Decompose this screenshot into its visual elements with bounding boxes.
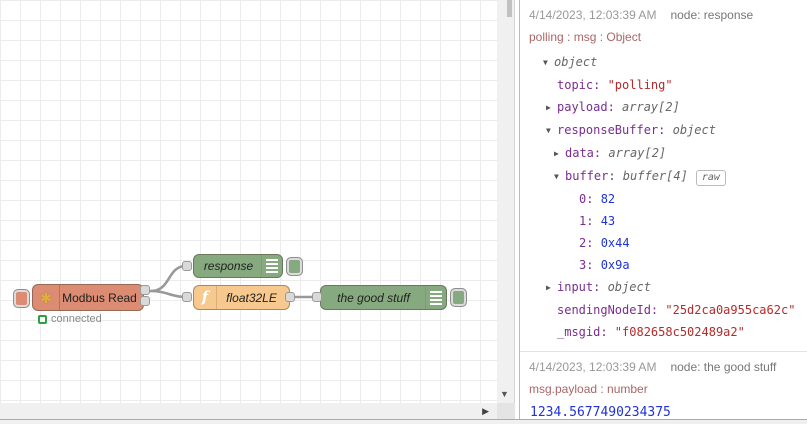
tree-row[interactable]: ▼ buffer: buffer[4] raw [529, 165, 801, 188]
tree-row[interactable]: ▶ data: array[2] [529, 142, 801, 165]
tree-value: array[2] [608, 146, 667, 160]
node-modbus-read[interactable]: ✱ Modbus Read [13, 284, 144, 311]
debug-toggle-button[interactable] [286, 257, 303, 276]
tree-value: buffer[4] [622, 169, 688, 183]
tree-row[interactable]: ▼ responseBuffer: object [529, 119, 801, 142]
tree-value: object [554, 55, 598, 69]
debug-object-tree: ▼ object topic: "polling" ▶ payload: array[2… [529, 51, 801, 343]
debug-source-node: node: the good stuff [670, 360, 777, 374]
chevron-down-icon[interactable]: ▼ [554, 166, 565, 188]
tree-key: topic: [557, 78, 608, 92]
chevron-right-icon[interactable]: ▶ [546, 277, 557, 299]
tree-value: "polling" [607, 78, 673, 92]
debug-toggle-button[interactable] [450, 288, 467, 307]
float32-input-port[interactable] [182, 292, 192, 302]
debug-timestamp: 4/14/2023, 12:03:39 AM [529, 360, 657, 374]
node-label: float32LE [226, 290, 277, 305]
window-bottom-bar [0, 419, 807, 424]
chevron-down-icon[interactable]: ▼ [543, 52, 554, 74]
debug-meta: polling : msg : Object [529, 30, 642, 44]
tree-value: "f082658c502489a2" [614, 325, 745, 339]
debug-source-node: node: response [670, 8, 754, 22]
node-the-good-stuff[interactable]: the good stuff [320, 285, 467, 310]
wire-modbus-to-float32[interactable] [149, 289, 188, 299]
tree-value: object [672, 123, 716, 137]
debug-message-header: 4/14/2023, 12:03:39 AM node: response [529, 8, 801, 22]
float32-output-port[interactable] [285, 292, 295, 302]
modbus-output-port-1[interactable] [140, 285, 150, 295]
node-red-window: ✱ Modbus Read connected response f float… [0, 0, 807, 424]
status-ring-icon [38, 314, 47, 324]
tree-key: payload: [557, 100, 623, 114]
tree-value: array[2] [622, 100, 680, 114]
tree-key: 0: [579, 192, 601, 206]
debug-message: 4/14/2023, 12:03:39 AM node: response poll… [520, 0, 807, 352]
modbus-icon-strip: ✱ [33, 285, 60, 310]
tree-key: input: [557, 280, 608, 294]
raw-format-button[interactable]: raw [695, 170, 726, 186]
debug-timestamp: 4/14/2023, 12:03:39 AM [529, 8, 657, 22]
debug-message-header: 4/14/2023, 12:03:39 AM node: the good stu… [529, 360, 801, 374]
response-input-port[interactable] [182, 261, 192, 271]
chevron-right-icon[interactable]: ▶ [554, 143, 565, 165]
tree-row: sendingNodeId: "25d2ca0a955ca62c" [529, 299, 801, 321]
function-icon-strip: f [194, 286, 217, 309]
tree-value: 82 [600, 192, 616, 206]
chevron-right-icon[interactable]: ▶ [546, 97, 557, 119]
tree-row: 0: 82 [529, 188, 801, 210]
tree-row[interactable]: ▼ object [529, 51, 801, 74]
tree-row: 1: 43 [529, 210, 801, 232]
modbus-status: connected [38, 313, 102, 325]
tree-key: sendingNodeId: [557, 303, 666, 317]
scroll-down-icon[interactable]: ▼ [500, 389, 509, 399]
debug-meta: msg.payload : number [529, 382, 648, 396]
scrollbar-corner [497, 403, 515, 419]
tree-key: 2: [579, 236, 601, 250]
scroll-right-icon[interactable]: ▶ [482, 406, 489, 417]
tree-value: 43 [600, 214, 616, 228]
chevron-down-icon[interactable]: ▼ [546, 120, 557, 142]
flow-canvas[interactable]: ✱ Modbus Read connected response f float… [0, 0, 497, 403]
tree-key: 1: [579, 214, 601, 228]
status-text: connected [51, 313, 102, 325]
debug-list-icon [425, 286, 446, 309]
tree-row[interactable]: ▶ input: object [529, 276, 801, 299]
tree-row: 2: 0x44 [529, 232, 801, 254]
tree-value: 0x9a [600, 258, 630, 272]
tree-key: data: [565, 146, 609, 160]
tree-row[interactable]: ▶ payload: array[2] [529, 96, 801, 119]
modbus-output-port-2[interactable] [140, 296, 150, 306]
debug-message-list: 4/14/2023, 12:03:39 AM node: response poll… [520, 0, 807, 419]
function-f-icon: f [201, 288, 209, 306]
tree-key: _msgid: [557, 325, 615, 339]
tree-key: buffer: [565, 169, 623, 183]
tree-row: topic: "polling" [529, 74, 801, 96]
wire-modbus-to-response[interactable] [149, 264, 188, 293]
debug-sidebar: 4/14/2023, 12:03:39 AM node: response poll… [519, 0, 807, 419]
debug-message: 4/14/2023, 12:03:39 AM node: the good stu… [520, 352, 807, 419]
node-label: response [203, 259, 254, 273]
tree-value: object [607, 280, 651, 294]
node-float32le[interactable]: f float32LE [193, 285, 290, 310]
debug-payload-value: 1234.5677490234375 [530, 405, 671, 419]
wire-layer [149, 264, 319, 299]
tree-value: "25d2ca0a955ca62c" [665, 303, 796, 317]
node-response[interactable]: response [193, 254, 303, 278]
tree-row: _msgid: "f082658c502489a2" [529, 321, 801, 343]
horizontal-scrollbar[interactable]: ▶ [0, 403, 497, 419]
modbus-node-button[interactable] [13, 289, 30, 308]
goodstuff-input-port[interactable] [312, 292, 322, 302]
tree-value: 0x44 [600, 236, 630, 250]
tree-row: 3: 0x9a [529, 254, 801, 276]
tree-key: 3: [579, 258, 601, 272]
vertical-scrollbar-thumb[interactable] [507, 0, 512, 17]
debug-list-icon [261, 255, 282, 277]
modbus-asterisk-icon: ✱ [40, 289, 52, 306]
vertical-scrollbar[interactable]: ▼ [497, 0, 515, 403]
node-label: Modbus Read [62, 290, 137, 305]
node-label: the good stuff [337, 290, 410, 305]
tree-key: responseBuffer: [557, 123, 673, 137]
